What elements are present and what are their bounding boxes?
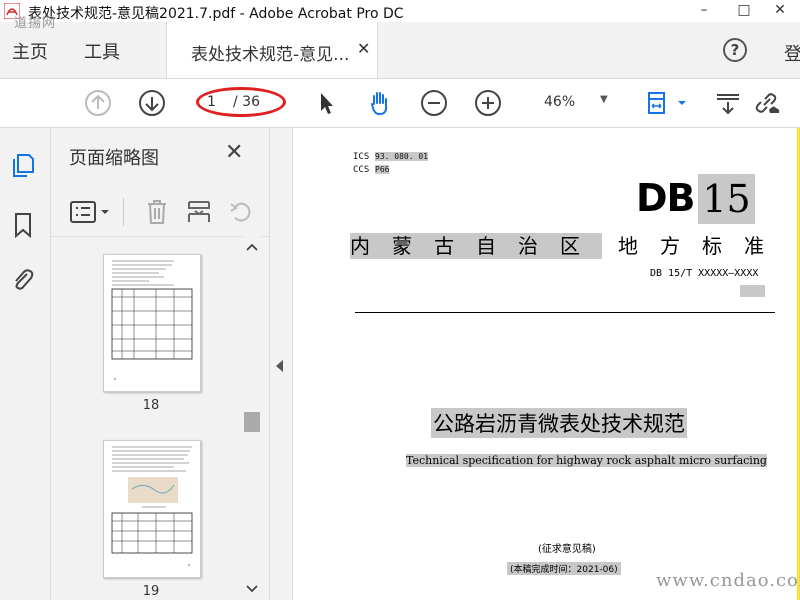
maximize-button[interactable]: □ [724, 0, 764, 22]
fit-page-icon[interactable] [644, 89, 690, 117]
close-panel-icon[interactable]: ✕ [225, 140, 243, 165]
header-rule [355, 312, 775, 313]
insert-page-icon[interactable] [185, 198, 213, 226]
zoom-in-icon[interactable] [474, 89, 502, 117]
thumbnail-scrollbar[interactable] [243, 236, 261, 600]
share-link-icon[interactable] [752, 89, 780, 117]
region-name: 内蒙古自治区 [350, 233, 602, 259]
panel-collapse-handle[interactable] [270, 128, 293, 600]
panel-title: 页面缩略图 [69, 148, 159, 169]
sign-in-button[interactable]: 登 [784, 40, 800, 66]
completion-date: (本稿完成时间：2021-06) [507, 562, 621, 575]
db-number: 15 [698, 174, 755, 224]
document-tab-label: 表处技术规范-意见... [191, 45, 350, 65]
thumbnail-content [111, 260, 193, 380]
standard-type: 地方标准 [618, 234, 786, 258]
watermark-bottom-right: www.cndao.com [656, 570, 800, 591]
ics-value: 93. 080. 01 [375, 152, 428, 161]
close-tab-icon[interactable]: ✕ [357, 39, 370, 58]
db-letters: DB [636, 176, 696, 220]
tab-home[interactable]: 主页 [12, 38, 48, 64]
scroll-mode-icon[interactable] [714, 89, 742, 117]
close-window-button[interactable]: ✕ [760, 0, 800, 22]
zoom-value: 46% [544, 94, 576, 110]
ccs-label: CCS [353, 165, 370, 175]
delete-page-icon[interactable] [143, 198, 171, 226]
thumbnail-page-number: 19 [142, 584, 160, 599]
help-icon[interactable]: ? [723, 38, 747, 62]
tab-tools[interactable]: 工具 [84, 38, 120, 64]
chevron-down-icon[interactable] [246, 584, 258, 594]
document-title-en: Technical specification for highway rock… [406, 454, 767, 467]
ccs-value: P66 [375, 165, 390, 174]
page-thumbnail[interactable] [103, 254, 201, 392]
watermark-top-left: 道揚网 [14, 16, 57, 31]
previous-page-icon[interactable] [84, 89, 112, 117]
navigation-rail [0, 128, 51, 600]
hand-tool-icon[interactable] [366, 89, 394, 117]
page-thumbnail[interactable] [103, 440, 201, 578]
toolbar: 1 / 36 46% ▼ [0, 79, 800, 128]
select-tool-icon[interactable] [312, 89, 340, 117]
separator [123, 198, 124, 226]
options-menu-icon[interactable] [69, 198, 113, 226]
next-page-icon[interactable] [138, 89, 166, 117]
draft-note: (征求意见稿) [538, 544, 596, 555]
annotation-oval [196, 87, 286, 117]
chevron-up-icon[interactable] [246, 242, 258, 252]
thumbnail-list[interactable]: 18 19 [51, 236, 269, 600]
tab-document[interactable]: 表处技术规范-意见... ✕ [166, 22, 378, 78]
title-bar: 表处技术规范-意见稿2021.7.pdf - Adobe Acrobat Pro… [0, 0, 800, 22]
attachments-icon[interactable] [10, 266, 36, 292]
thumbnail-panel: 页面缩略图 ✕ 18 19 [51, 128, 270, 600]
thumbnail-page-number: 18 [142, 398, 160, 413]
page-thumbnails-icon[interactable] [10, 152, 36, 178]
rotate-page-icon[interactable] [227, 198, 255, 226]
tab-bar: 主页 工具 [0, 22, 800, 79]
ics-label: ICS [353, 152, 370, 162]
zoom-out-icon[interactable] [420, 89, 448, 117]
chevron-down-icon: ▼ [600, 94, 608, 105]
panel-toolbar [51, 190, 269, 237]
zoom-dropdown[interactable]: 46% ▼ [530, 91, 620, 115]
window-title: 表处技术规范-意见稿2021.7.pdf - Adobe Acrobat Pro… [28, 6, 404, 22]
code-highlight [740, 285, 765, 297]
document-page[interactable]: ICS 93. 080. 01 CCS P66 DB 15 内蒙古自治区 地方标… [293, 128, 797, 600]
scrollbar-thumb[interactable] [244, 412, 260, 432]
thumbnail-content [111, 446, 193, 566]
bookmarks-icon[interactable] [10, 212, 36, 238]
document-title-cn: 公路岩沥青微表处技术规范 [431, 408, 687, 438]
minimize-button[interactable]: – [684, 0, 724, 22]
collapse-arrow-icon[interactable] [276, 360, 283, 372]
standard-code: DB 15/T XXXXX—XXXX [650, 268, 759, 279]
